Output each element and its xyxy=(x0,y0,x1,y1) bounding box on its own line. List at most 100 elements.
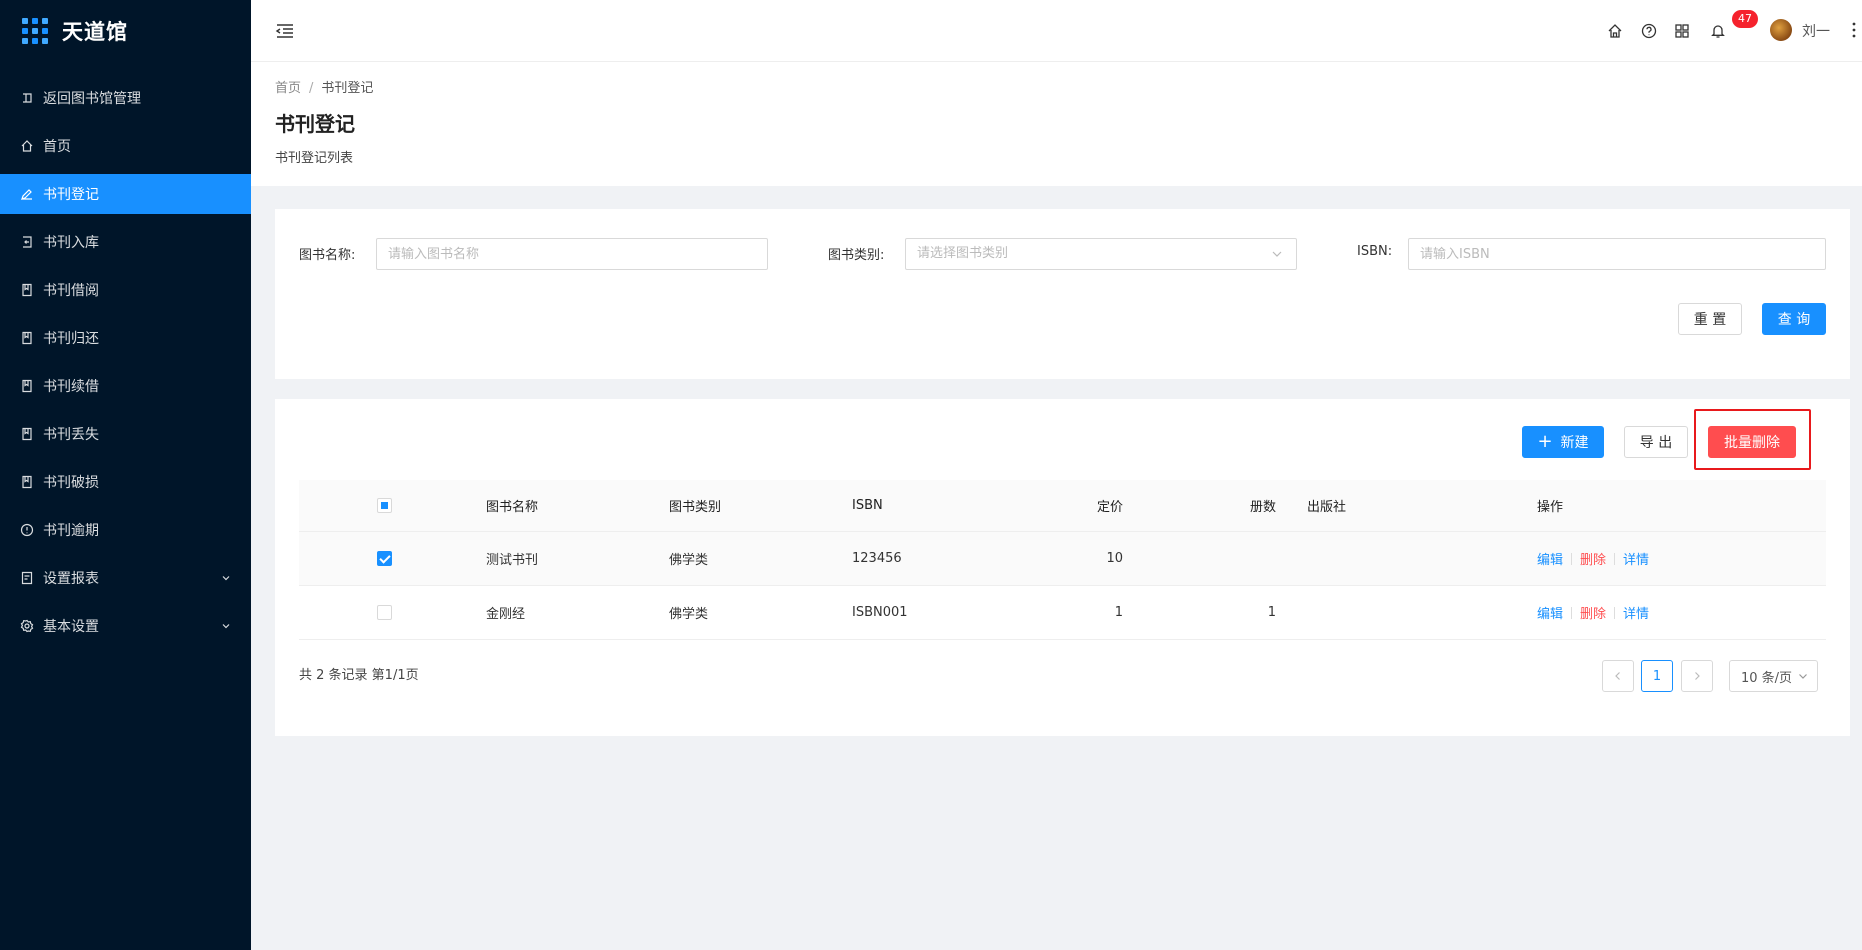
new-button[interactable]: + 新建 xyxy=(1522,426,1604,458)
sidebar-item-return-library[interactable]: 返回图书馆管理 xyxy=(0,78,251,118)
book-icon xyxy=(20,427,34,441)
page-subtitle: 书刊登记列表 xyxy=(275,151,354,166)
sidebar-item-book-lost[interactable]: 书刊丢失 xyxy=(0,414,251,454)
delete-link[interactable]: 删除 xyxy=(1580,603,1606,622)
sidebar-item-book-return[interactable]: 书刊归还 xyxy=(0,318,251,358)
sidebar-item-book-overdue[interactable]: 书刊逾期 xyxy=(0,510,251,550)
book-icon xyxy=(20,475,34,489)
sidebar-menu: 返回图书馆管理 首页 书刊登记 书刊入库 书刊借阅 书刊归还 书刊续借 书刊丢失… xyxy=(0,78,251,646)
cell-category: 佛学类 xyxy=(669,607,709,622)
menu-fold-icon[interactable] xyxy=(275,21,295,41)
report-icon xyxy=(20,571,34,585)
total-records: 共 2 条记录 第1/1页 xyxy=(299,668,419,683)
cell-name: 测试书刊 xyxy=(486,553,539,568)
sidebar-item-book-damaged[interactable]: 书刊破损 xyxy=(0,462,251,502)
sidebar-item-label: 设置报表 xyxy=(43,571,99,587)
search-card xyxy=(275,209,1850,379)
page-number-button[interactable]: 1 xyxy=(1641,660,1673,692)
sidebar-item-label: 书刊借阅 xyxy=(43,283,99,299)
sidebar-item-label: 书刊登记 xyxy=(43,187,99,203)
sidebar-item-label: 书刊入库 xyxy=(43,235,99,251)
sidebar: 天道馆 返回图书馆管理 首页 书刊登记 书刊入库 书刊借阅 书刊归还 书刊续借 … xyxy=(0,0,251,950)
detail-link[interactable]: 详情 xyxy=(1623,603,1649,622)
row-actions: 编辑 删除 详情 xyxy=(1537,586,1649,639)
isbn-input[interactable] xyxy=(1408,238,1826,270)
cell-name: 金刚经 xyxy=(486,607,526,622)
cell-count xyxy=(1216,532,1276,585)
book-category-select[interactable]: 请选择图书类别 xyxy=(905,238,1297,270)
row-actions: 编辑 删除 详情 xyxy=(1537,532,1649,585)
column-header-category: 图书类别 xyxy=(669,500,722,515)
reset-button[interactable]: 重 置 xyxy=(1678,303,1742,335)
sidebar-item-book-registration[interactable]: 书刊登记 xyxy=(0,174,251,214)
notification-badge: 47 xyxy=(1732,10,1758,28)
top-header: 47 刘一 xyxy=(251,0,1862,62)
sidebar-item-label: 书刊逾期 xyxy=(43,523,99,539)
cell-category: 佛学类 xyxy=(669,553,709,568)
return-icon xyxy=(20,91,34,105)
help-icon[interactable] xyxy=(1641,23,1657,39)
home-icon[interactable] xyxy=(1607,23,1623,39)
query-button[interactable]: 查 询 xyxy=(1762,303,1826,335)
book-category-label: 图书类别: xyxy=(828,248,885,263)
cell-count: 1 xyxy=(1267,605,1276,620)
sidebar-item-book-renew[interactable]: 书刊续借 xyxy=(0,366,251,406)
column-header-count: 册数 xyxy=(1249,500,1276,515)
import-icon xyxy=(20,235,34,249)
app-name: 天道馆 xyxy=(62,20,128,44)
row-checkbox[interactable] xyxy=(377,586,392,639)
avatar[interactable] xyxy=(1770,19,1792,41)
sidebar-item-basic-settings[interactable]: 基本设置 xyxy=(0,606,251,646)
detail-link[interactable]: 详情 xyxy=(1623,549,1649,568)
table-row: 测试书刊 佛学类 123456 10 编辑 删除 详情 xyxy=(299,532,1826,586)
column-header-name: 图书名称 xyxy=(486,500,539,515)
cell-isbn: ISBN001 xyxy=(852,605,908,620)
username[interactable]: 刘一 xyxy=(1802,21,1830,41)
book-icon xyxy=(20,379,34,393)
page-title: 书刊登记 xyxy=(275,112,355,136)
breadcrumb-current: 书刊登记 xyxy=(321,81,374,96)
edit-link[interactable]: 编辑 xyxy=(1537,603,1563,622)
info-circle-icon xyxy=(20,523,34,537)
cell-isbn: 123456 xyxy=(852,551,902,566)
export-button[interactable]: 导 出 xyxy=(1624,426,1688,458)
sidebar-item-label: 返回图书馆管理 xyxy=(43,91,141,107)
next-page-button[interactable] xyxy=(1681,660,1713,692)
book-icon xyxy=(20,283,34,297)
more-vertical-icon[interactable] xyxy=(1851,20,1857,40)
chevron-down-icon xyxy=(1799,674,1807,679)
sidebar-item-home[interactable]: 首页 xyxy=(0,126,251,166)
column-header-actions: 操作 xyxy=(1537,500,1564,515)
sidebar-item-book-borrow[interactable]: 书刊借阅 xyxy=(0,270,251,310)
logo: 天道馆 xyxy=(0,0,251,62)
book-name-input[interactable] xyxy=(376,238,768,270)
book-name-label: 图书名称: xyxy=(299,248,356,263)
column-header-publisher: 出版社 xyxy=(1307,500,1347,515)
prev-page-button[interactable] xyxy=(1602,660,1634,692)
row-checkbox[interactable] xyxy=(377,532,392,585)
new-button-label: 新建 xyxy=(1560,435,1589,451)
page-size-label: 10 条/页 xyxy=(1741,670,1793,686)
cell-price: 10 xyxy=(1106,551,1123,566)
table-row: 金刚经 佛学类 ISBN001 1 1 编辑 删除 详情 xyxy=(299,586,1826,640)
select-all-checkbox[interactable] xyxy=(377,480,392,531)
edit-link[interactable]: 编辑 xyxy=(1537,549,1563,568)
bell-icon[interactable] xyxy=(1710,23,1726,39)
delete-link[interactable]: 删除 xyxy=(1580,549,1606,568)
apps-grid-icon[interactable] xyxy=(1674,23,1690,39)
sidebar-item-book-stock-in[interactable]: 书刊入库 xyxy=(0,222,251,262)
breadcrumb: 首页 / 书刊登记 xyxy=(275,81,374,96)
chevron-left-icon xyxy=(1615,672,1620,680)
cell-price: 1 xyxy=(1114,605,1123,620)
edit-icon xyxy=(20,187,34,201)
page-size-select[interactable]: 10 条/页 xyxy=(1729,660,1818,692)
breadcrumb-home[interactable]: 首页 xyxy=(275,81,301,96)
sidebar-item-label: 书刊续借 xyxy=(43,379,99,395)
page-header: 首页 / 书刊登记 书刊登记 书刊登记列表 xyxy=(251,62,1862,186)
sidebar-item-report-settings[interactable]: 设置报表 xyxy=(0,558,251,598)
sidebar-item-label: 首页 xyxy=(43,139,71,155)
logo-icon xyxy=(22,18,48,44)
column-header-price: 定价 xyxy=(1096,500,1123,515)
isbn-label: ISBN: xyxy=(1357,244,1393,259)
chevron-down-icon xyxy=(222,576,230,581)
